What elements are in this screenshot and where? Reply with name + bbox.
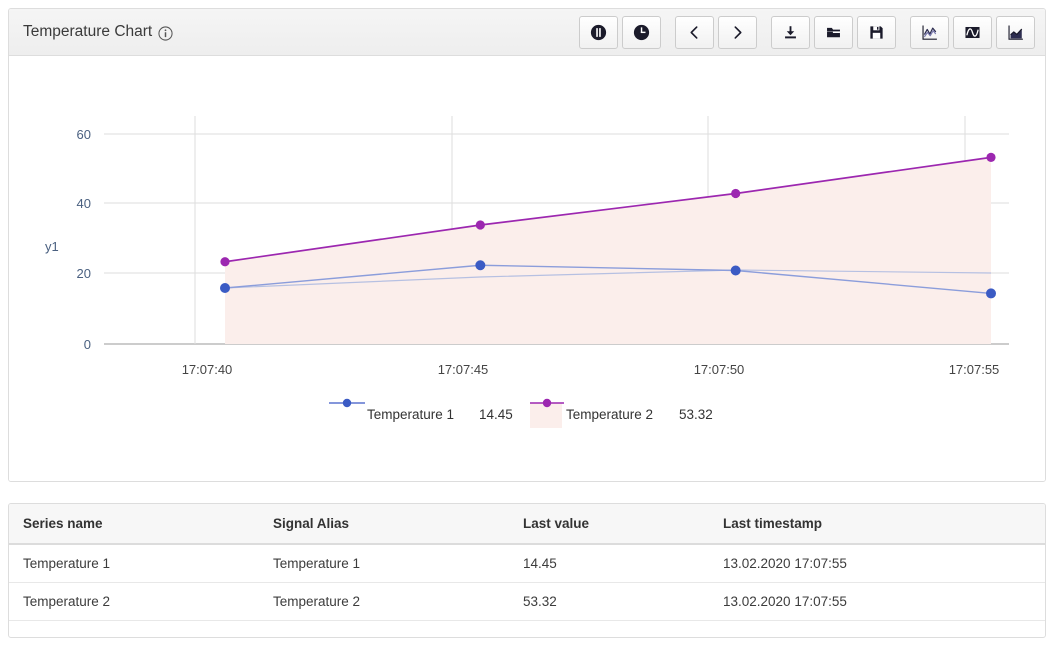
chart-panel-header: Temperature Chart bbox=[9, 9, 1045, 56]
info-circle-icon[interactable] bbox=[158, 25, 173, 41]
previous-button[interactable] bbox=[675, 15, 714, 49]
column-header-last-value[interactable]: Last value bbox=[509, 504, 709, 545]
table-header-row: Series name Signal Alias Last value Last… bbox=[9, 504, 1045, 545]
y-axis-title: y1 bbox=[45, 239, 59, 254]
cell-signal-alias: Temperature 1 bbox=[259, 544, 509, 583]
toolbar-group-charttype bbox=[910, 15, 1035, 49]
svg-text:60: 60 bbox=[77, 127, 91, 142]
chart-title-text: Temperature Chart bbox=[23, 23, 153, 40]
cell-last-value: 14.45 bbox=[509, 544, 709, 583]
chart-panel: Temperature Chart 60 40 20 0 y1 17:07:40… bbox=[8, 8, 1046, 482]
table-row[interactable]: Temperature 1 Temperature 1 14.45 13.02.… bbox=[9, 544, 1045, 583]
series-stats-panel: Series name Signal Alias Last value Last… bbox=[8, 503, 1046, 638]
chart-legend: Temperature 1 14.45 Temperature 2 53.32 bbox=[329, 398, 713, 428]
svg-text:17:07:50: 17:07:50 bbox=[694, 362, 745, 377]
line-chart-button[interactable] bbox=[910, 15, 949, 49]
cell-last-timestamp: 13.02.2020 17:07:55 bbox=[709, 582, 1045, 621]
cell-series-name: Temperature 1 bbox=[9, 544, 259, 583]
toolbar-group-navigation bbox=[675, 15, 757, 49]
chart-toolbar bbox=[579, 15, 1035, 49]
table-body: Temperature 1 Temperature 1 14.45 13.02.… bbox=[9, 544, 1045, 621]
svg-text:40: 40 bbox=[77, 196, 91, 211]
legend-label-2: Temperature 2 bbox=[566, 407, 653, 422]
cell-series-name: Temperature 2 bbox=[9, 582, 259, 621]
next-button[interactable] bbox=[718, 15, 757, 49]
page-title: Temperature Chart bbox=[23, 23, 173, 41]
save-button[interactable] bbox=[857, 15, 896, 49]
legend-value-2: 53.32 bbox=[679, 407, 713, 422]
series-2-area bbox=[225, 157, 991, 344]
download-button[interactable] bbox=[771, 15, 810, 49]
realtime-button[interactable] bbox=[622, 15, 661, 49]
column-header-series-name[interactable]: Series name bbox=[9, 504, 259, 545]
svg-text:17:07:40: 17:07:40 bbox=[182, 362, 233, 377]
legend-value-1: 14.45 bbox=[479, 407, 513, 422]
svg-text:17:07:55: 17:07:55 bbox=[949, 362, 1000, 377]
cell-last-timestamp: 13.02.2020 17:07:55 bbox=[709, 544, 1045, 583]
toolbar-group-playback bbox=[579, 15, 661, 49]
series-stats-table: Series name Signal Alias Last value Last… bbox=[9, 504, 1045, 621]
open-button[interactable] bbox=[814, 15, 853, 49]
svg-text:17:07:45: 17:07:45 bbox=[438, 362, 489, 377]
wave-chart-button[interactable] bbox=[953, 15, 992, 49]
svg-text:0: 0 bbox=[84, 337, 91, 352]
y-axis-ticks: 60 40 20 0 bbox=[77, 127, 91, 352]
table-row[interactable]: Temperature 2 Temperature 2 53.32 13.02.… bbox=[9, 582, 1045, 621]
column-header-last-timestamp[interactable]: Last timestamp bbox=[709, 504, 1045, 545]
page-root: Temperature Chart 60 40 20 0 y1 17:07:40… bbox=[0, 0, 1054, 646]
pause-button[interactable] bbox=[579, 15, 618, 49]
toolbar-group-file bbox=[771, 15, 896, 49]
area-chart-button[interactable] bbox=[996, 15, 1035, 49]
temperature-line-chart[interactable]: 60 40 20 0 y1 17:07:40 17:07:45 17:07:50… bbox=[9, 56, 1045, 481]
cell-signal-alias: Temperature 2 bbox=[259, 582, 509, 621]
legend-item-temperature-2[interactable]: Temperature 2 53.32 bbox=[530, 398, 713, 428]
cell-last-value: 53.32 bbox=[509, 582, 709, 621]
column-header-signal-alias[interactable]: Signal Alias bbox=[259, 504, 509, 545]
legend-item-temperature-1[interactable]: Temperature 1 14.45 bbox=[329, 398, 513, 422]
legend-label-1: Temperature 1 bbox=[367, 407, 454, 422]
table-header: Series name Signal Alias Last value Last… bbox=[9, 504, 1045, 545]
x-axis-ticks: 17:07:40 17:07:45 17:07:50 17:07:55 bbox=[182, 362, 1000, 377]
chart-body: 60 40 20 0 y1 17:07:40 17:07:45 17:07:50… bbox=[9, 56, 1045, 481]
svg-text:20: 20 bbox=[77, 266, 91, 281]
